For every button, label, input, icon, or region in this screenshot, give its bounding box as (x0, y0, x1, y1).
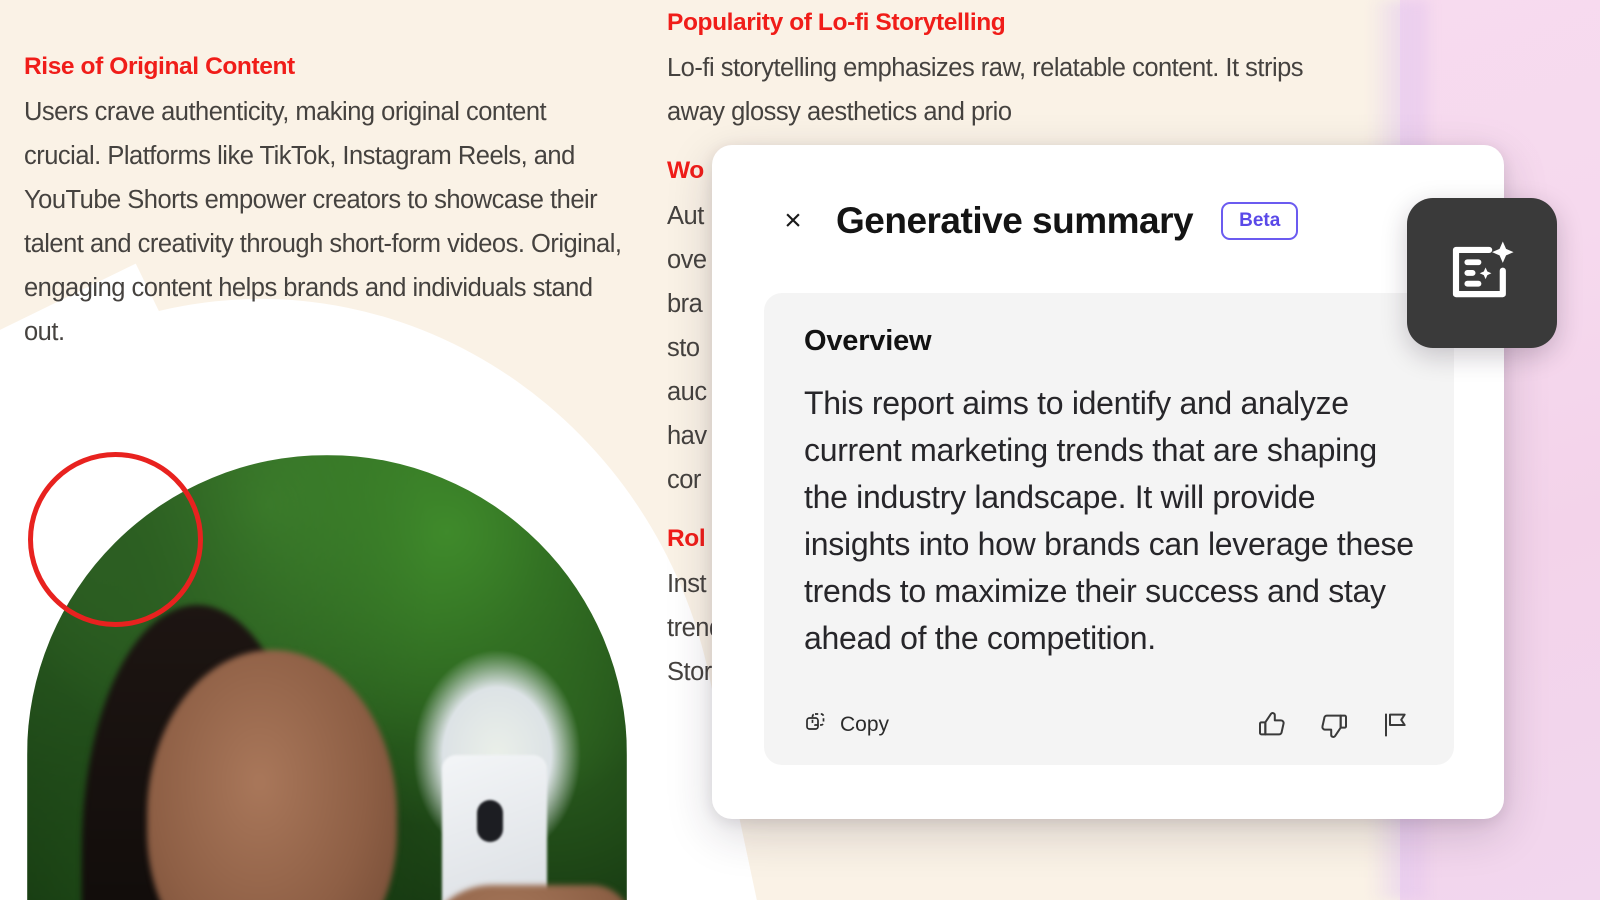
photo-smartphone-lens (477, 800, 503, 842)
section-body-rise-of-original-content: Users crave authenticity, making origina… (24, 97, 622, 346)
decorative-red-circle-outline (28, 452, 203, 627)
close-icon[interactable]: × (776, 204, 810, 238)
popup-title: Generative summary (836, 200, 1194, 241)
summary-action-bar: Copy (804, 707, 1414, 743)
copy-button[interactable]: Copy (804, 710, 889, 740)
flag-icon[interactable] (1378, 707, 1414, 743)
generative-summary-popup: × Generative summary Beta Overview This … (712, 145, 1504, 819)
beta-badge: Beta (1221, 202, 1299, 240)
copy-button-label: Copy (840, 713, 890, 736)
generative-summary-fab[interactable] (1407, 198, 1557, 348)
section-heading-popularity-of-lofi-storytelling: Popularity of Lo-fi Storytelling (667, 9, 1006, 36)
feedback-button-group (1254, 707, 1414, 743)
summary-section-label: Overview (804, 325, 932, 357)
thumbs-up-icon[interactable] (1254, 707, 1290, 743)
copy-icon (804, 710, 828, 740)
generative-summary-icon (1443, 233, 1521, 314)
section-heading-rise-of-original-content: Rise of Original Content (24, 53, 295, 80)
thumbs-down-icon[interactable] (1316, 707, 1352, 743)
screenshot-root: Rise of Original Content Users crave aut… (0, 0, 1600, 900)
section-body-popularity-of-lofi-storytelling: Lo-fi storytelling emphasizes raw, relat… (667, 53, 1304, 126)
summary-body-text: This report aims to identify and analyze… (804, 385, 1414, 656)
summary-card: Overview This report aims to identify an… (764, 293, 1454, 765)
article-column-left: Rise of Original Content Users crave aut… (24, 53, 624, 354)
popup-header: × Generative summary Beta (712, 145, 1504, 297)
